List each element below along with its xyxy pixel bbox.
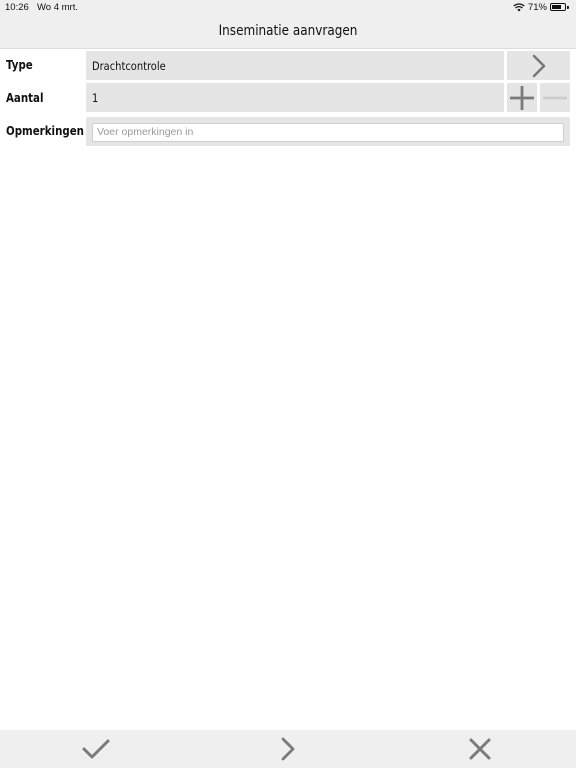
status-indicators: 71% — [513, 2, 570, 13]
status-time: 10:26 — [5, 2, 29, 13]
type-value: Drachtcontrole — [92, 59, 166, 73]
opmerkingen-input[interactable] — [92, 122, 564, 142]
next-button[interactable] — [273, 736, 303, 762]
close-icon — [469, 738, 491, 760]
aantal-label: Aantal — [6, 90, 44, 105]
chevron-right-icon — [281, 737, 295, 761]
aantal-field[interactable]: 1 — [86, 83, 504, 112]
battery-icon — [550, 3, 570, 12]
wifi-icon — [513, 3, 525, 12]
plus-icon — [510, 85, 534, 110]
bottom-toolbar — [0, 730, 576, 768]
minus-icon — [543, 96, 567, 99]
cancel-button[interactable] — [465, 736, 495, 762]
page-title: Inseminatie aanvragen — [218, 23, 358, 39]
status-date: Wo 4 mrt. — [37, 2, 78, 13]
type-field[interactable]: Drachtcontrole — [86, 51, 504, 80]
increment-button[interactable] — [507, 83, 537, 112]
aantal-row: Aantal 1 — [0, 83, 576, 113]
decrement-button[interactable] — [540, 83, 570, 112]
aantal-value: 1 — [92, 91, 99, 105]
checkmark-icon — [82, 739, 110, 759]
battery-percent: 71% — [527, 2, 547, 13]
status-bar: 10:26 Wo 4 mrt. 71% — [0, 0, 576, 15]
chevron-right-icon — [532, 54, 545, 77]
opmerkingen-label: Opmerkingen — [6, 123, 84, 138]
type-row: Type Drachtcontrole — [0, 50, 576, 80]
confirm-button[interactable] — [81, 736, 111, 762]
type-label: Type — [6, 57, 33, 72]
type-select-button[interactable] — [507, 51, 570, 80]
opmerkingen-field — [86, 117, 570, 146]
navigation-bar: Inseminatie aanvragen — [0, 15, 576, 49]
